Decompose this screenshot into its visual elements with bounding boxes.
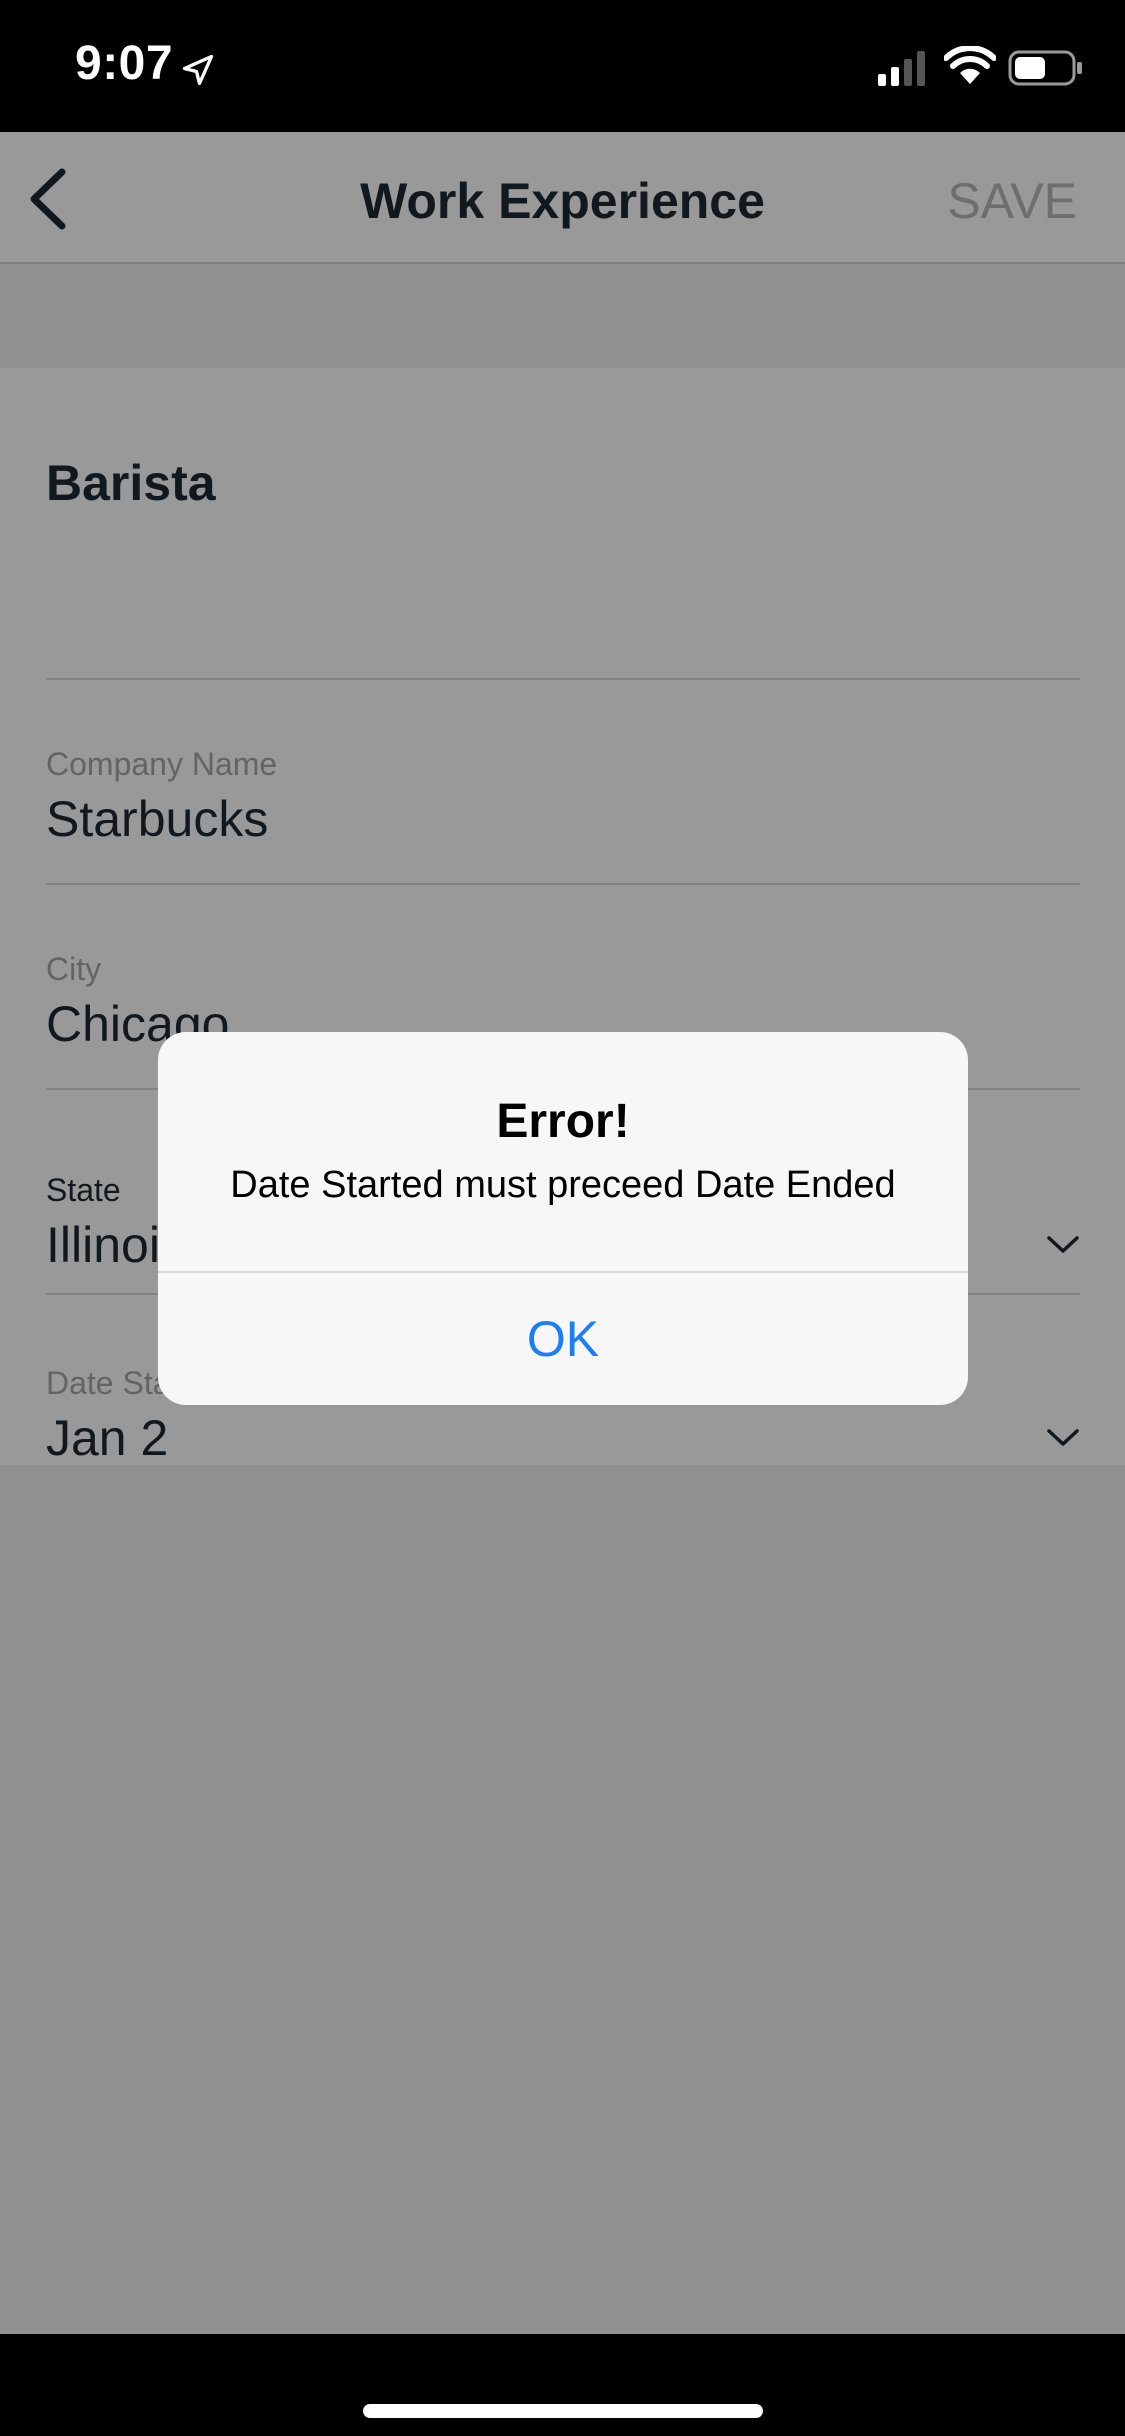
ok-button[interactable]: OK bbox=[158, 1273, 968, 1405]
home-indicator[interactable] bbox=[363, 2404, 763, 2418]
alert-title: Error! bbox=[496, 1095, 630, 1148]
status-time: 9:07 bbox=[75, 37, 174, 90]
wifi-icon bbox=[944, 46, 996, 84]
alert-message: Date Started must preceed Date Ended bbox=[230, 1164, 896, 1206]
location-arrow-icon bbox=[182, 54, 214, 86]
home-bar bbox=[0, 2334, 1125, 2436]
error-alert-dialog: Error! Date Started must preceed Date En… bbox=[158, 1032, 968, 1405]
battery-icon bbox=[1008, 50, 1082, 86]
cellular-signal-icon bbox=[878, 51, 925, 86]
status-bar: 9:07 bbox=[0, 0, 1125, 132]
